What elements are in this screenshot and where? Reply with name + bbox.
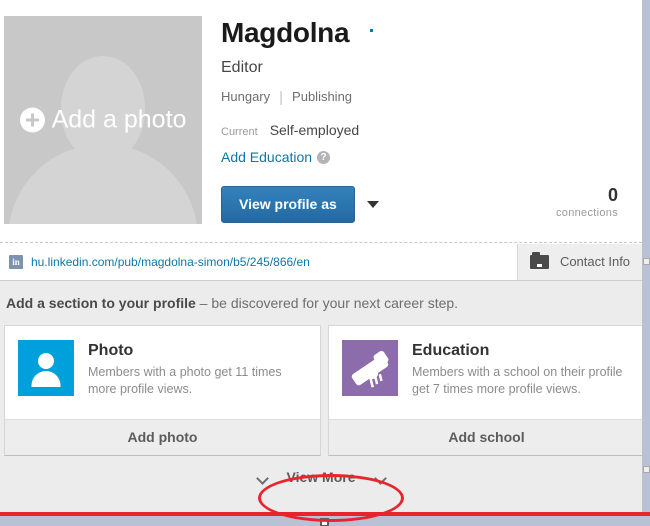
- card-description: Members with a photo get 11 times more p…: [88, 365, 282, 396]
- chevron-down-icon[interactable]: [366, 201, 379, 208]
- card-body: Education Members with a school on their…: [329, 326, 642, 419]
- public-url-bar: in hu.linkedin.com/pub/magdolna-simon/b5…: [0, 244, 642, 281]
- public-profile-url-link[interactable]: hu.linkedin.com/pub/magdolna-simon/b5/24…: [31, 255, 310, 270]
- add-education-link[interactable]: Add Education: [221, 149, 312, 166]
- profile-industry: Publishing: [292, 89, 353, 104]
- connections-label: connections: [555, 207, 618, 219]
- chevron-down-icon-right: [375, 474, 386, 481]
- silhouette-body-icon: [8, 144, 198, 224]
- view-more-button[interactable]: View More: [247, 465, 396, 490]
- card-title: Education: [412, 342, 490, 359]
- add-education-row: Add Education ?: [221, 149, 621, 166]
- person-icon-shoulders: [31, 371, 61, 387]
- meta-separator: |: [279, 88, 284, 106]
- card-text: Photo Members with a photo get 11 times …: [88, 340, 308, 407]
- browser-viewport: Add a photo Magdolna Editor Hungary | Pu…: [0, 0, 642, 518]
- linkedin-logo-icon: in: [9, 255, 23, 269]
- profile-meta-row: Hungary | Publishing: [221, 89, 621, 105]
- diploma-icon: [342, 340, 398, 396]
- add-photo-overlay[interactable]: Add a photo: [4, 105, 202, 134]
- annotation-line-bottom: [0, 512, 650, 516]
- tab-contact-info[interactable]: Contact Info: [517, 244, 642, 280]
- scrollbar-nub-top[interactable]: [643, 258, 650, 265]
- section-cards-row: Photo Members with a photo get 11 times …: [4, 325, 642, 456]
- public-url-block[interactable]: in hu.linkedin.com/pub/magdolna-simon/b5…: [0, 244, 517, 280]
- profile-location: Hungary: [221, 89, 271, 104]
- connections-count: 0: [607, 185, 618, 205]
- add-section-heading-bold: Add a section to your profile: [6, 295, 196, 311]
- current-position-row: Current Self-employed: [221, 122, 621, 139]
- connections-block[interactable]: 0 connections: [556, 185, 618, 220]
- add-photo-label: Add a photo: [51, 105, 187, 134]
- card-text: Education Members with a school on their…: [412, 340, 632, 407]
- profile-headline: Editor: [221, 59, 263, 76]
- resize-handle[interactable]: [320, 518, 329, 526]
- card-body: Photo Members with a photo get 11 times …: [5, 326, 320, 419]
- contact-info-label: Contact Info: [559, 254, 631, 269]
- view-more-bar: View More: [4, 459, 638, 495]
- scrollbar-nub-bottom[interactable]: [643, 466, 650, 473]
- diploma-icon-strands: [368, 373, 386, 388]
- add-section-area: Add a section to your profile – be disco…: [0, 281, 642, 518]
- add-photo-button[interactable]: Add photo: [5, 419, 320, 455]
- current-position-value: Self-employed: [269, 122, 360, 138]
- card-description: Members with a school on their profile g…: [412, 365, 623, 396]
- chevron-down-icon-left: [257, 474, 268, 481]
- add-school-button[interactable]: Add school: [329, 419, 642, 455]
- person-icon: [18, 340, 74, 396]
- edit-name-icon[interactable]: [369, 29, 373, 32]
- view-profile-as-button[interactable]: View profile as: [221, 186, 355, 223]
- section-card-photo[interactable]: Photo Members with a photo get 11 times …: [4, 325, 321, 456]
- screenshot-root: Add a photo Magdolna Editor Hungary | Pu…: [0, 0, 650, 526]
- card-title: Photo: [88, 342, 134, 359]
- current-label: Current: [221, 126, 258, 138]
- add-section-heading: Add a section to your profile – be disco…: [0, 281, 642, 312]
- add-section-heading-rest: – be discovered for your next career ste…: [195, 295, 459, 311]
- add-photo-placeholder[interactable]: Add a photo: [4, 16, 202, 224]
- view-more-label: View More: [286, 468, 356, 485]
- contact-card-icon: [529, 252, 549, 269]
- person-icon-head: [38, 353, 54, 369]
- profile-name-row: Magdolna: [221, 16, 621, 50]
- section-card-education[interactable]: Education Members with a school on their…: [328, 325, 642, 456]
- help-icon[interactable]: ?: [317, 151, 331, 164]
- plus-circle-icon: [19, 107, 45, 133]
- page-title: Magdolna: [221, 17, 350, 48]
- profile-header-card: Add a photo Magdolna Editor Hungary | Pu…: [0, 0, 642, 243]
